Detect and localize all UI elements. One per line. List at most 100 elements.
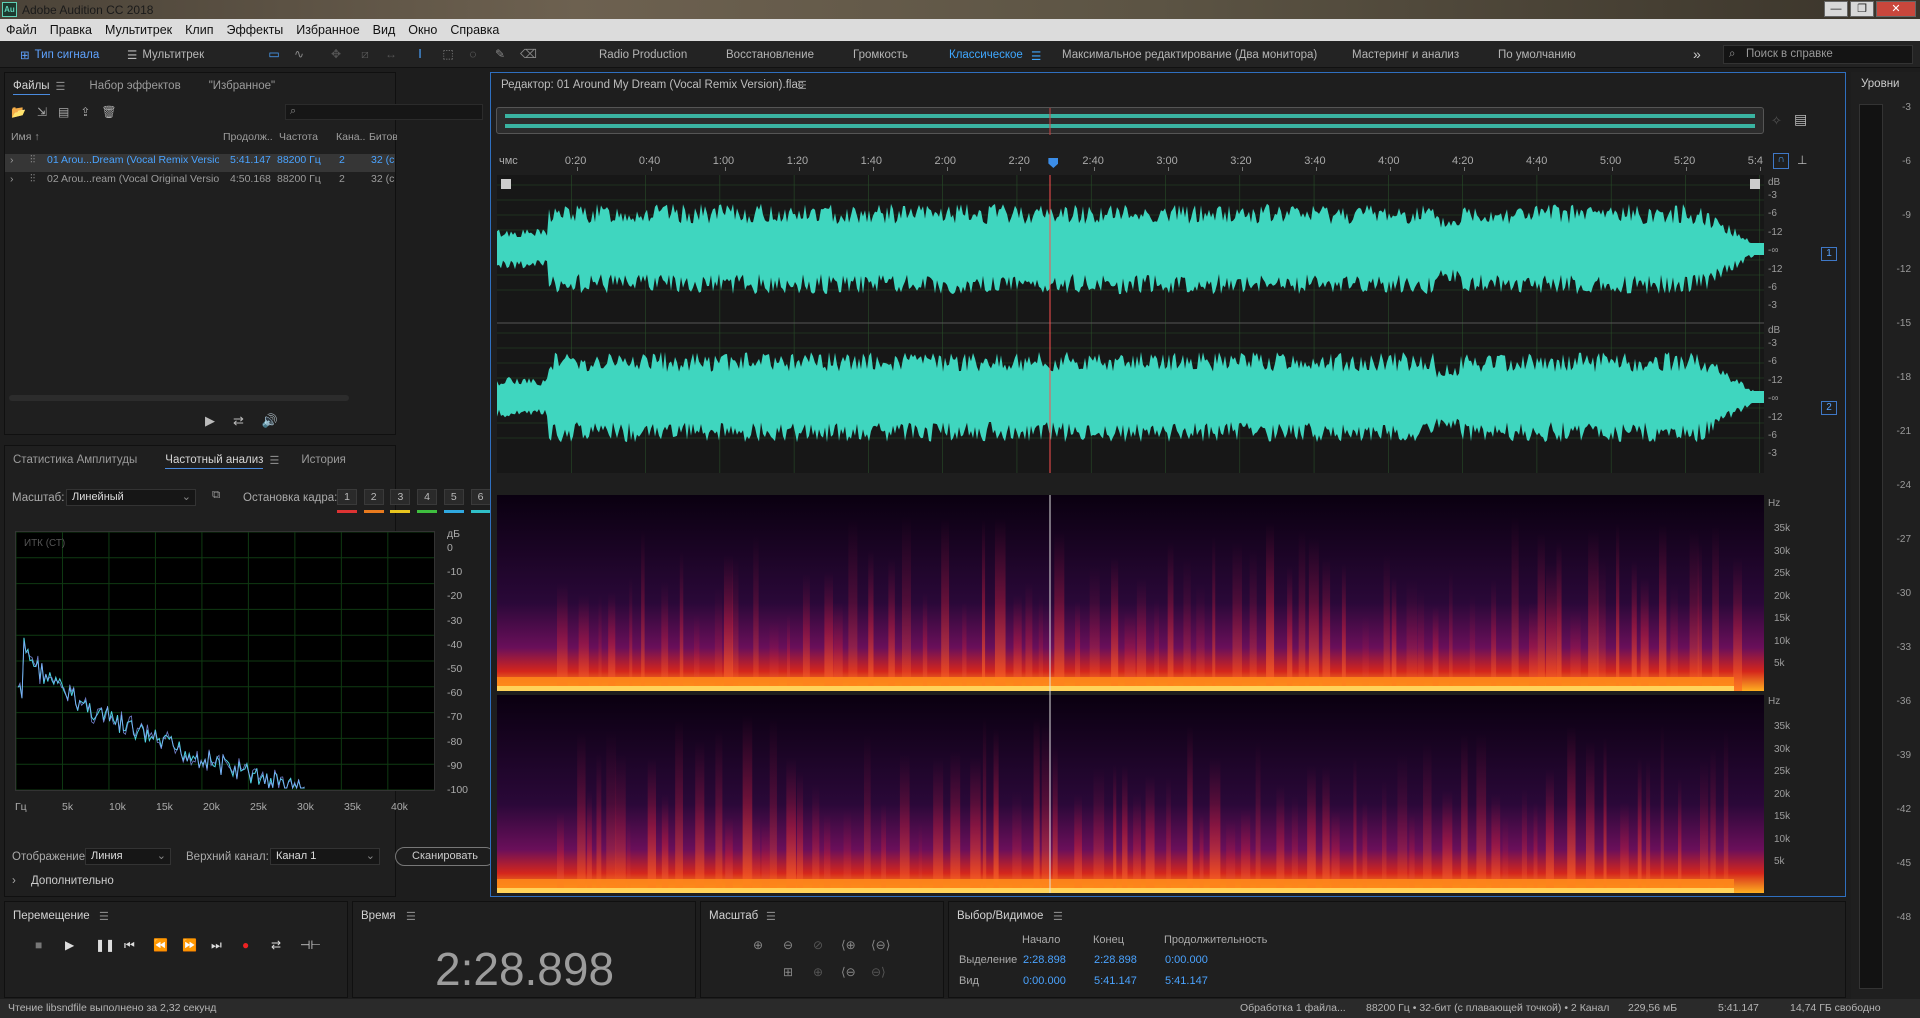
scale-dropdown[interactable]: Линейный ⌄ [66, 489, 196, 506]
tab-favorites[interactable]: "Избранное" [209, 80, 275, 95]
editor-menu-icon[interactable]: ☰ [797, 79, 807, 92]
col-duration[interactable]: Продолж... [223, 131, 273, 143]
file-row[interactable]: › ⫶⫶ 02 Arou...ream (Vocal Original Vers… [5, 173, 395, 191]
workspace-max-edit[interactable]: Максимальное редактирование (Два монитор… [1062, 49, 1317, 61]
open-file-icon[interactable]: 📂 [11, 105, 26, 119]
tab-effects-rack[interactable]: Набор эффектов [89, 80, 180, 95]
zoom-in-amplitude-icon[interactable]: ⊕ [753, 938, 763, 952]
time-menu-icon[interactable]: ☰ [406, 910, 416, 923]
advanced-expander[interactable]: › [12, 875, 16, 887]
workspace-menu-icon[interactable]: ☰ [1031, 49, 1041, 63]
col-name[interactable]: Имя ↑ [11, 131, 40, 143]
freeze-slot-1[interactable]: 1 [337, 489, 357, 505]
workspace-mastering[interactable]: Мастеринг и анализ [1352, 49, 1459, 61]
fast-forward-icon[interactable]: ⏩ [182, 938, 197, 952]
headphones-icon[interactable]: ∩ [1773, 153, 1789, 169]
freeze-slot-4[interactable]: 4 [417, 489, 438, 505]
expand-icon[interactable]: › [10, 173, 14, 185]
menu-favorites[interactable]: Избранное [296, 23, 359, 37]
selection-duration-value[interactable]: 0:00.000 [1165, 954, 1208, 966]
menu-multitrack[interactable]: Мультитрек [105, 23, 172, 37]
scan-button[interactable]: Сканировать [395, 847, 495, 866]
hud-fade-icon[interactable] [1750, 179, 1760, 189]
menu-file[interactable]: Файл [6, 23, 37, 37]
zoom-to-selection-icon[interactable]: ✧ [1771, 113, 1782, 129]
more-workspaces-button[interactable]: » [1693, 46, 1701, 62]
zoom-in-left-icon[interactable]: ⊕ [813, 965, 823, 979]
restore-button[interactable]: ❐ [1850, 1, 1874, 17]
menu-help[interactable]: Справка [450, 23, 499, 37]
auto-play-icon[interactable]: 🔊 [262, 413, 278, 429]
timeline-ruler[interactable]: чмс 0:20 0:40 1:00 1:20 1:40 2:00 2:20 2:40 3:00… [497, 153, 1764, 171]
rewind-icon[interactable]: ⏪ [153, 938, 168, 952]
workspace-radio-production[interactable]: Radio Production [599, 49, 687, 61]
file-row[interactable]: › ⫶⫶ 01 Arou...Dream (Vocal Remix Versio… [5, 154, 395, 172]
workspace-loudness[interactable]: Громкость [853, 49, 908, 61]
zoom-reset-icon[interactable]: ⊖⟩ [871, 965, 886, 979]
pause-icon[interactable]: ❚❚ [95, 938, 115, 952]
view-duration-value[interactable]: 5:41.147 [1165, 975, 1208, 987]
play-preview-icon[interactable]: ▶ [205, 413, 215, 429]
display-dropdown[interactable]: Линия ⌄ [85, 848, 171, 865]
playhead-marker[interactable] [1048, 158, 1059, 168]
tab-frequency-analysis[interactable]: Частотный анализ [165, 454, 264, 469]
zoom-in-time-icon[interactable]: ⊘ [813, 938, 823, 952]
analysis-menu-icon[interactable]: ☰ [269, 454, 279, 469]
stop-icon[interactable]: ■ [35, 938, 42, 952]
zoom-out-amplitude-icon[interactable]: ⊖ [783, 938, 793, 952]
selection-end-value[interactable]: 2:28.898 [1094, 954, 1137, 966]
play-icon[interactable]: ▶ [65, 938, 74, 952]
record-icon[interactable]: ● [242, 938, 249, 952]
marquee-tool-icon[interactable]: ⬚ [440, 47, 456, 61]
files-horizontal-scrollbar[interactable] [9, 395, 349, 401]
pin-icon[interactable]: ⊥ [1797, 153, 1807, 167]
minimize-button[interactable]: — [1824, 1, 1848, 17]
waveform-view-icon[interactable]: ▭ [266, 47, 282, 61]
col-bits[interactable]: Битов [369, 131, 397, 143]
slip-tool-icon[interactable]: ↔ [383, 47, 399, 61]
overview-bar[interactable] [496, 107, 1764, 135]
workspace-classic[interactable]: Классическое [949, 49, 1023, 61]
spectral-view-icon[interactable]: ∿ [291, 47, 307, 61]
time-selection-tool-icon[interactable]: Ⅰ [412, 47, 428, 61]
tab-files[interactable]: Файлы [13, 80, 50, 95]
go-to-end-icon[interactable]: ⏭ [211, 938, 222, 953]
zoom-in-right-icon[interactable]: ⟨⊖ [841, 965, 856, 979]
files-menu-icon[interactable]: ☰ [56, 80, 66, 95]
current-time-display[interactable]: 2:28.898 [435, 942, 614, 996]
delete-icon[interactable]: 🗑 [101, 105, 116, 119]
view-end-value[interactable]: 5:41.147 [1094, 975, 1137, 987]
channel-2-label[interactable]: 2 [1821, 401, 1837, 415]
view-start-value[interactable]: 0:00.000 [1023, 975, 1066, 987]
go-to-start-icon[interactable]: ⏮ [124, 938, 135, 953]
waveform-mode-button[interactable]: ⊞ Тип сигнала [20, 46, 99, 64]
col-rate[interactable]: Частота [279, 131, 339, 143]
import-icon[interactable]: ⇲ [37, 105, 47, 119]
freeze-slot-3[interactable]: 3 [390, 489, 411, 505]
razor-tool-icon[interactable]: ⧄ [357, 47, 373, 61]
help-search-input[interactable]: ⌕ Поиск в справке [1723, 45, 1913, 64]
move-tool-icon[interactable]: ✥ [328, 47, 344, 61]
menu-view[interactable]: Вид [373, 23, 396, 37]
skip-selection-icon[interactable]: ⊣⊢ [300, 938, 321, 952]
zoom-menu-icon[interactable]: ☰ [766, 910, 776, 923]
zoom-to-selection-icon[interactable]: ⊞ [783, 965, 793, 979]
top-channel-dropdown[interactable]: Канал 1 ⌄ [270, 848, 380, 865]
workspace-restoration[interactable]: Восстановление [726, 49, 814, 61]
lasso-tool-icon[interactable]: ◌ [465, 47, 481, 61]
loop-preview-icon[interactable]: ⇄ [233, 413, 244, 429]
selection-start-value[interactable]: 2:28.898 [1023, 954, 1066, 966]
tab-amplitude-statistics[interactable]: Статистика Амплитуды [13, 454, 137, 469]
transport-menu-icon[interactable]: ☰ [99, 910, 109, 923]
multitrack-mode-button[interactable]: ☰ Мультитрек [127, 46, 204, 64]
hud-toggle-icon[interactable] [501, 179, 511, 189]
close-button[interactable]: ✕ [1876, 1, 1916, 17]
menu-clip[interactable]: Клип [185, 23, 213, 37]
workspace-default[interactable]: По умолчанию [1498, 49, 1576, 61]
menu-window[interactable]: Окно [408, 23, 437, 37]
loop-icon[interactable]: ⇄ [271, 938, 281, 952]
selection-menu-icon[interactable]: ☰ [1053, 910, 1063, 923]
spot-healing-tool-icon[interactable]: ⌫ [520, 47, 537, 61]
menu-edit[interactable]: Правка [50, 23, 92, 37]
export-icon[interactable]: ⧉ [212, 489, 220, 502]
